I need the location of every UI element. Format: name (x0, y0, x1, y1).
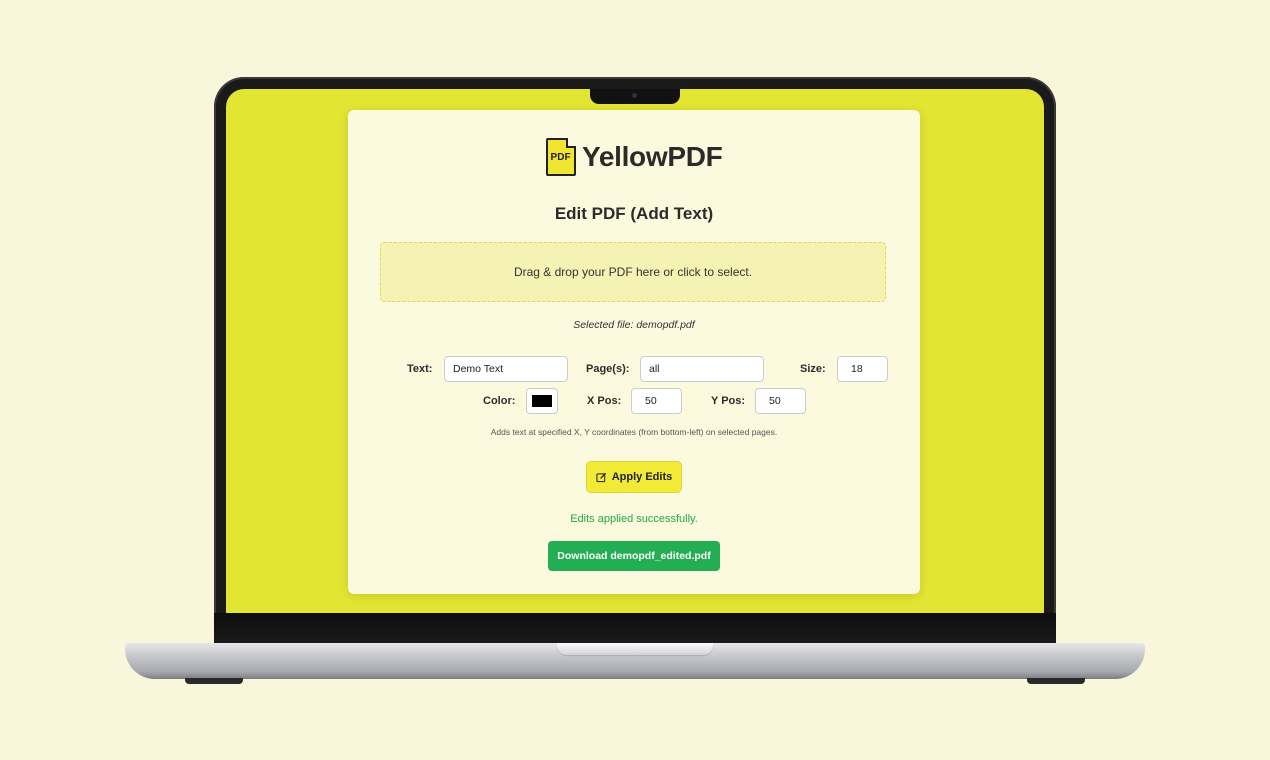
laptop-opening-lip (557, 643, 713, 655)
coordinates-hint: Adds text at specified X, Y coordinates … (490, 427, 778, 437)
size-label: Size: (800, 363, 826, 375)
camera-notch (590, 89, 680, 104)
pages-label: Page(s): (586, 363, 630, 375)
pdf-file-icon: PDF (545, 138, 576, 176)
ypos-input[interactable]: 50 (755, 388, 806, 414)
ypos-label: Y Pos: (711, 395, 746, 407)
selected-file-text: Selected file: demopdf.pdf (573, 319, 695, 331)
text-label: Text: (407, 363, 433, 375)
size-input[interactable]: 18 (837, 356, 888, 382)
laptop-chin (214, 613, 1056, 647)
color-swatch (532, 395, 552, 407)
camera-icon (632, 93, 637, 98)
laptop-foot-left (185, 678, 243, 684)
logo-badge-text: PDF (550, 152, 571, 163)
app-card: PDF YellowPDF Edit PDF (Add Text) Drag &… (348, 110, 920, 594)
apply-edits-label: Apply Edits (611, 471, 673, 483)
laptop-lid: PDF YellowPDF Edit PDF (Add Text) Drag &… (214, 77, 1056, 647)
status-message: Edits applied successfully. (570, 513, 698, 525)
laptop-screen: PDF YellowPDF Edit PDF (Add Text) Drag &… (226, 89, 1044, 613)
xpos-label: X Pos: (587, 395, 622, 407)
download-label: Download demopdf_edited.pdf (557, 550, 711, 562)
pages-input[interactable]: all (640, 356, 764, 382)
laptop-foot-right (1027, 678, 1085, 684)
color-picker[interactable] (526, 388, 558, 414)
color-label: Color: (483, 395, 516, 407)
text-input[interactable]: Demo Text (444, 356, 568, 382)
logo-text: YellowPDF (582, 141, 723, 172)
pdf-dropzone[interactable]: Drag & drop your PDF here or click to se… (380, 242, 886, 302)
app-logo: PDF YellowPDF (348, 138, 920, 176)
laptop-base (125, 643, 1145, 679)
download-button[interactable]: Download demopdf_edited.pdf (548, 541, 720, 571)
dropzone-text: Drag & drop your PDF here or click to se… (513, 265, 753, 279)
page-title: Edit PDF (Add Text) (554, 204, 714, 223)
xpos-input[interactable]: 50 (631, 388, 682, 414)
edit-icon (596, 472, 607, 483)
apply-edits-button[interactable]: Apply Edits (586, 461, 682, 493)
